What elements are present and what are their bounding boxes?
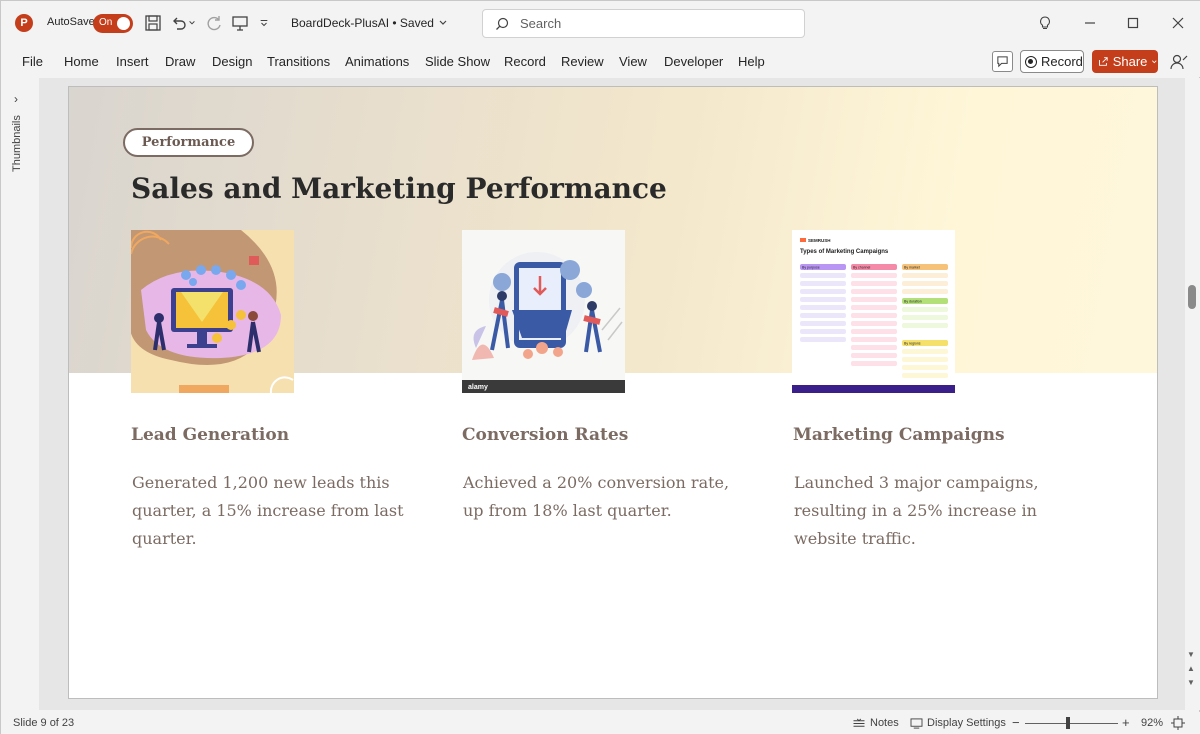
save-icon[interactable] xyxy=(143,13,163,33)
display-settings-label: Display Settings xyxy=(927,717,1006,729)
slide-editor: Performance Sales and Marketing Performa… xyxy=(39,78,1185,710)
powerpoint-logo-icon: P xyxy=(15,14,33,32)
slide-canvas[interactable]: Performance Sales and Marketing Performa… xyxy=(68,86,1158,699)
zoom-out-button[interactable]: − xyxy=(1012,715,1020,730)
tab-review[interactable]: Review xyxy=(561,54,604,69)
scrollbar-thumb[interactable] xyxy=(1188,285,1196,309)
maximize-icon xyxy=(1127,17,1139,29)
infographic-title: Types of Marketing Campaigns xyxy=(800,249,889,255)
card-heading-conversion-rates: Conversion Rates xyxy=(462,425,629,445)
tab-view[interactable]: View xyxy=(619,54,647,69)
previous-slide-icon[interactable]: ▲ xyxy=(1187,664,1195,673)
search-input[interactable]: Search xyxy=(482,9,805,38)
tab-home[interactable]: Home xyxy=(64,54,99,69)
vertical-scrollbar[interactable]: ▼ ▲ ▼ xyxy=(1185,78,1200,710)
tab-transitions[interactable]: Transitions xyxy=(267,54,330,69)
thumbnails-pane[interactable]: › Thumbnails xyxy=(1,78,39,710)
card-heading-lead-generation: Lead Generation xyxy=(131,425,290,445)
display-settings-icon xyxy=(910,717,923,729)
col-duration-header: By duration xyxy=(904,300,922,304)
record-icon xyxy=(1025,55,1037,68)
thumbnails-label: Thumbnails xyxy=(11,115,23,172)
notes-button[interactable]: Notes xyxy=(852,717,899,729)
toggle-knob xyxy=(117,17,130,30)
autosave-toggle-state: On xyxy=(99,17,113,28)
autosave-toggle[interactable]: On xyxy=(93,14,133,33)
tab-record[interactable]: Record xyxy=(504,54,546,69)
card-body-conversion-rates: Achieved a 20% conversion rate, up from … xyxy=(463,473,730,520)
coauthor-icon[interactable] xyxy=(1169,52,1189,72)
notes-label: Notes xyxy=(870,717,899,729)
tab-help[interactable]: Help xyxy=(738,54,765,69)
card-body-lead-generation: Generated 1,200 new leads this quarter, … xyxy=(132,473,404,548)
col-regions-header: By regions xyxy=(904,342,921,346)
minimize-icon xyxy=(1085,22,1095,24)
chevron-down-icon xyxy=(439,20,447,25)
col-purpose-header: By purpose xyxy=(802,266,820,270)
document-title[interactable]: BoardDeck-PlusAI • Saved xyxy=(291,16,448,30)
tab-draw[interactable]: Draw xyxy=(165,54,195,69)
col-channel-header: By channel xyxy=(853,266,871,270)
record-button[interactable]: Record xyxy=(1020,50,1084,73)
share-icon xyxy=(1099,57,1108,66)
present-icon[interactable] xyxy=(230,13,250,33)
conversion-rates-image: alamy xyxy=(462,230,625,393)
document-title-text: BoardDeck-PlusAI • Saved xyxy=(291,16,434,30)
record-label: Record xyxy=(1041,54,1083,69)
next-slide-icon[interactable]: ▼ xyxy=(1187,678,1195,687)
tab-developer[interactable]: Developer xyxy=(664,54,723,69)
tab-slide-show[interactable]: Slide Show xyxy=(425,54,490,69)
semrush-brand: SEMRUSH xyxy=(808,238,831,243)
share-button[interactable]: Share xyxy=(1092,50,1158,73)
close-icon xyxy=(1172,17,1184,29)
search-icon xyxy=(496,17,509,30)
close-button[interactable] xyxy=(1166,11,1190,35)
chevron-down-icon xyxy=(1152,59,1157,63)
autosave-label: AutoSave xyxy=(47,16,95,28)
slide-counter: Slide 9 of 23 xyxy=(13,717,75,729)
zoom-slider[interactable] xyxy=(1025,723,1118,724)
minimize-button[interactable] xyxy=(1078,11,1102,35)
comments-button[interactable] xyxy=(992,51,1013,72)
undo-dropdown-icon[interactable] xyxy=(186,13,198,33)
col-market-header: By market xyxy=(904,266,920,270)
zoom-slider-thumb[interactable] xyxy=(1066,717,1070,729)
chevron-right-icon[interactable]: › xyxy=(14,92,18,106)
redo-icon[interactable] xyxy=(204,13,224,33)
lightbulb-icon[interactable] xyxy=(1033,11,1057,35)
zoom-in-button[interactable]: + xyxy=(1122,715,1130,730)
alamy-watermark: alamy xyxy=(468,384,488,391)
slide-title: Sales and Marketing Performance xyxy=(131,172,667,205)
title-bar: P AutoSave On BoardDeck-PlusAI • Saved S… xyxy=(1,1,1200,45)
scroll-down-icon[interactable]: ▼ xyxy=(1187,650,1195,659)
card-body-marketing-campaigns: Launched 3 major campaigns, resulting in… xyxy=(794,473,1039,548)
share-label: Share xyxy=(1112,54,1148,69)
section-tag: Performance xyxy=(123,128,254,157)
notes-icon xyxy=(853,718,865,727)
search-placeholder: Search xyxy=(520,16,562,31)
display-settings-button[interactable]: Display Settings xyxy=(910,717,1006,729)
zoom-level[interactable]: 92% xyxy=(1141,717,1163,729)
tab-animations[interactable]: Animations xyxy=(345,54,409,69)
card-heading-marketing-campaigns: Marketing Campaigns xyxy=(793,425,1005,445)
marketing-campaigns-image: SEMRUSH Types of Marketing Campaigns By … xyxy=(792,230,955,393)
tab-insert[interactable]: Insert xyxy=(116,54,149,69)
tab-file[interactable]: File xyxy=(22,54,43,69)
comment-icon xyxy=(997,56,1008,68)
maximize-button[interactable] xyxy=(1121,11,1145,35)
fit-to-window-icon[interactable] xyxy=(1171,716,1185,730)
tab-design[interactable]: Design xyxy=(212,54,252,69)
status-bar: Slide 9 of 23 Notes Display Settings − +… xyxy=(1,712,1200,734)
lead-generation-image xyxy=(131,230,294,393)
customize-toolbar-icon[interactable] xyxy=(257,13,271,33)
